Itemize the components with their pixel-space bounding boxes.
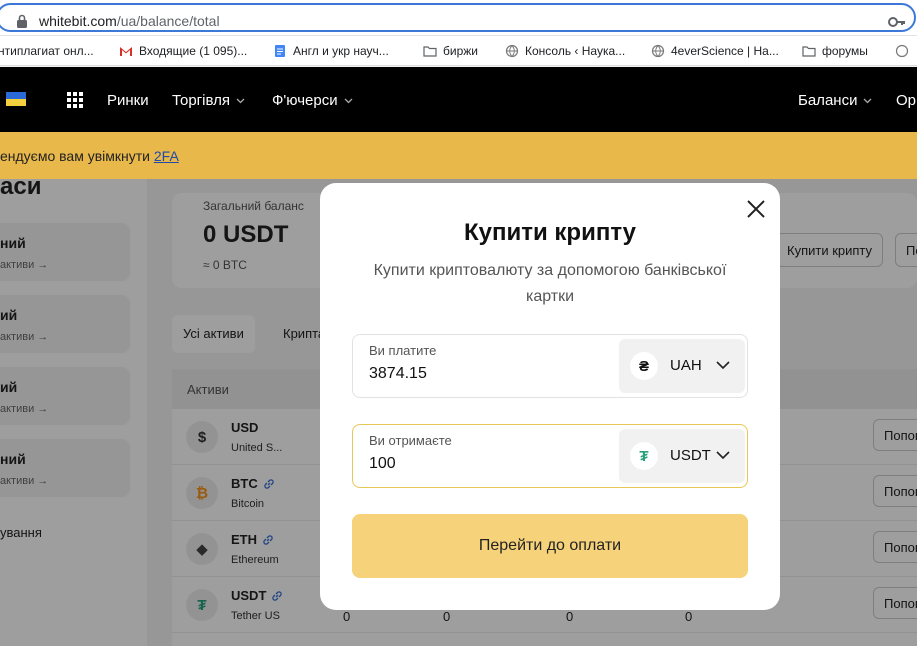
- globe-icon: [651, 44, 665, 58]
- pay-field-label: Ви платите: [369, 343, 437, 358]
- bookmark-item[interactable]: Входящие (1 095)...: [119, 44, 247, 58]
- bookmark-item[interactable]: нтиплагиат онл...: [0, 44, 94, 58]
- receive-currency-select[interactable]: ₮ USDT: [619, 429, 745, 483]
- 2fa-link[interactable]: 2FA: [154, 148, 179, 164]
- url-field[interactable]: whitebit.com/ua/balance/total: [0, 3, 916, 32]
- lock-icon[interactable]: [16, 14, 28, 28]
- 2fa-banner: ендуємо вам увімкнути 2FA: [0, 132, 917, 179]
- chevron-down-icon: [863, 98, 872, 103]
- pay-amount-input[interactable]: [369, 365, 599, 383]
- nav-balances[interactable]: Баланси: [798, 92, 872, 109]
- ukraine-flag-icon[interactable]: [6, 92, 26, 106]
- pay-field: Ви платите ₴ UAH: [352, 334, 748, 398]
- bookmark-item[interactable]: 4everScience | На...: [651, 44, 779, 58]
- banner-text: ендуємо вам увімкнути 2FA: [0, 148, 179, 164]
- bookmark-item[interactable]: биржи: [423, 44, 478, 58]
- receive-field-label: Ви отримаєте: [369, 433, 452, 448]
- receive-currency-code: USDT: [670, 447, 711, 464]
- nav-futures[interactable]: Ф'ючерси: [272, 92, 353, 109]
- site-header: Ринки Торгівля Ф'ючерси Баланси Ор: [0, 67, 917, 132]
- receive-amount-input[interactable]: [369, 455, 599, 473]
- chevron-down-icon: [716, 361, 730, 370]
- pay-currency-select[interactable]: ₴ UAH: [619, 339, 745, 393]
- close-icon[interactable]: [745, 198, 767, 220]
- nav-trading[interactable]: Торгівля: [172, 92, 245, 109]
- chevron-down-icon: [344, 98, 353, 103]
- gmail-icon: [120, 47, 132, 56]
- modal-title: Купити крипту: [463, 219, 637, 246]
- buy-crypto-modal: Купити крипту Купити криптовалюту за доп…: [320, 183, 780, 610]
- globe-icon: [895, 44, 909, 58]
- key-icon[interactable]: [888, 16, 906, 28]
- bookmark-item[interactable]: [895, 44, 909, 58]
- bookmark-item[interactable]: Англ и укр науч...: [273, 44, 389, 58]
- receive-field: Ви отримаєте ₮ USDT: [352, 424, 748, 488]
- nav-orders[interactable]: Ор: [896, 92, 916, 109]
- bookmarks-bar: нтиплагиат онл... Входящие (1 095)... Ан…: [0, 36, 917, 66]
- url-text[interactable]: whitebit.com/ua/balance/total: [39, 13, 220, 29]
- chevron-down-icon: [716, 451, 730, 460]
- globe-icon: [505, 44, 519, 58]
- bookmark-item[interactable]: форумы: [802, 44, 868, 58]
- bookmark-item[interactable]: Консоль ‹ Наука...: [505, 44, 625, 58]
- modal-subtitle: Купити криптовалюту за допомогою банківс…: [373, 262, 727, 305]
- folder-icon: [802, 46, 816, 57]
- folder-icon: [423, 46, 437, 57]
- chevron-down-icon: [236, 98, 245, 103]
- tether-icon: ₮: [630, 442, 658, 470]
- apps-grid-icon[interactable]: [67, 92, 83, 108]
- browser-address-bar: whitebit.com/ua/balance/total: [0, 0, 917, 36]
- pay-currency-code: UAH: [670, 357, 702, 374]
- proceed-to-payment-button[interactable]: Перейти до оплати: [352, 514, 748, 578]
- hryvnia-icon: ₴: [630, 352, 658, 380]
- nav-markets[interactable]: Ринки: [107, 92, 149, 109]
- docs-icon: [275, 45, 285, 57]
